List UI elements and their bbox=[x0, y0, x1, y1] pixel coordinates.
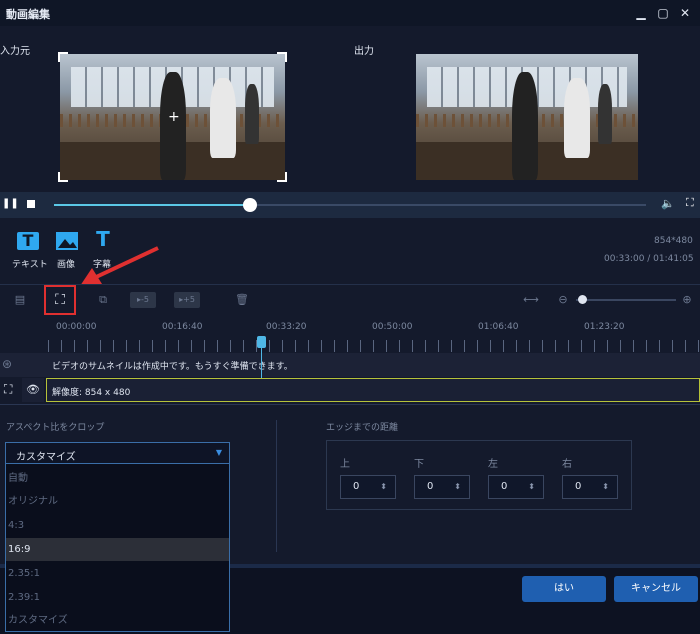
aspect-option[interactable]: 4:3 bbox=[6, 514, 229, 537]
film-icon[interactable]: ▤ bbox=[12, 292, 28, 308]
forward-5-button[interactable]: ▸+5 bbox=[174, 292, 200, 308]
aspect-option[interactable]: 2.35:1 bbox=[6, 562, 229, 585]
aspect-option[interactable]: 自動 bbox=[6, 467, 229, 490]
zoom-track[interactable] bbox=[576, 299, 676, 301]
zoom-out-icon[interactable]: ⊖ bbox=[556, 292, 570, 308]
zoom-handle[interactable] bbox=[578, 295, 587, 304]
seek-handle[interactable] bbox=[243, 198, 257, 212]
tick-label: 00:50:00 bbox=[372, 322, 413, 332]
thumbnail-status: ビデオのサムネイルは作成中です。もうすぐ準備できます。 bbox=[52, 362, 293, 372]
text-tool-label[interactable]: テキスト bbox=[12, 257, 48, 270]
effect-icon[interactable]: ⧉ bbox=[94, 292, 112, 308]
edge-right-spinner[interactable]: 0 ⬍ bbox=[562, 475, 618, 499]
edge-distance-label: エッジまでの距離 bbox=[326, 423, 399, 433]
pause-icon[interactable]: ❚❚ bbox=[2, 198, 19, 209]
tick-label: 01:06:40 bbox=[478, 322, 519, 332]
edge-bottom-spinner[interactable]: 0 ⬍ bbox=[414, 475, 470, 499]
crop-clip-label: 解像度: 854 x 480 bbox=[52, 388, 131, 398]
aspect-option[interactable]: カスタマイズ bbox=[6, 609, 229, 632]
title-bar bbox=[0, 0, 700, 26]
trash-icon[interactable]: 🗑 bbox=[234, 292, 250, 308]
tick-label: 00:00:00 bbox=[56, 322, 97, 332]
minimize-button[interactable]: ▁ bbox=[632, 4, 650, 22]
tick-label: 01:23:20 bbox=[584, 322, 625, 332]
text-tool-icon[interactable]: T bbox=[17, 232, 39, 250]
edge-left-label: 左 bbox=[488, 459, 498, 470]
crop-handle-tl[interactable] bbox=[58, 52, 68, 62]
cancel-button[interactable]: キャンセル bbox=[614, 576, 698, 602]
tick-label: 00:16:40 bbox=[162, 322, 203, 332]
aspect-ratio-label: アスペクト比をクロップ bbox=[6, 423, 105, 433]
edge-top-spinner[interactable]: 0 ⬍ bbox=[340, 475, 396, 499]
input-label: 入力元 bbox=[0, 46, 30, 57]
resolution-readout: 854*480 bbox=[654, 236, 693, 246]
crop-track-icon: ⛶ bbox=[4, 382, 13, 396]
film-reel-icon: ⊛ bbox=[2, 357, 13, 371]
time-readout: 00:33:00 / 01:41:05 bbox=[604, 254, 694, 264]
edge-left-spinner[interactable]: 0 ⬍ bbox=[488, 475, 544, 499]
rewind-5-button[interactable]: ▸-5 bbox=[130, 292, 156, 308]
edge-right-label: 右 bbox=[562, 459, 572, 470]
maximize-button[interactable]: ▢ bbox=[654, 4, 672, 22]
crop-handle-tr[interactable] bbox=[277, 52, 287, 62]
aspect-ratio-selected: カスタマイズ bbox=[16, 452, 76, 463]
seek-progress bbox=[54, 204, 250, 206]
eye-icon[interactable]: 👁 bbox=[22, 378, 44, 402]
crop-clip[interactable] bbox=[46, 378, 700, 402]
aspect-option[interactable]: 2.39:1 bbox=[6, 586, 229, 609]
aspect-ratio-select[interactable]: カスタマイズ ▼ bbox=[5, 442, 230, 464]
ok-button[interactable]: はい bbox=[522, 576, 606, 602]
crop-highlight-box bbox=[44, 285, 76, 315]
zoom-in-icon[interactable]: ⊕ bbox=[680, 292, 694, 308]
chevron-down-icon: ▼ bbox=[215, 448, 222, 457]
ruler-ticks bbox=[48, 340, 700, 352]
output-preview bbox=[416, 54, 638, 180]
panel-divider bbox=[276, 420, 277, 552]
aspect-option-highlighted[interactable]: 16:9 bbox=[6, 538, 229, 561]
window-title: 動画編集 bbox=[6, 8, 50, 21]
fullscreen-icon[interactable]: ⛶ bbox=[686, 196, 694, 210]
crop-handle-br[interactable] bbox=[277, 172, 287, 182]
edge-bottom-label: 下 bbox=[414, 459, 424, 470]
stop-icon[interactable] bbox=[27, 200, 35, 208]
crop-center-icon[interactable]: + bbox=[168, 109, 180, 125]
fit-width-icon[interactable]: ⟷ bbox=[522, 292, 540, 308]
output-label: 出力 bbox=[354, 46, 374, 57]
volume-icon[interactable]: 🔈 bbox=[661, 197, 675, 210]
edge-top-label: 上 bbox=[340, 459, 350, 470]
close-button[interactable]: ✕ bbox=[676, 4, 694, 22]
crop-handle-bl[interactable] bbox=[58, 172, 68, 182]
playhead-handle[interactable] bbox=[257, 336, 266, 348]
aspect-option[interactable]: オリジナル bbox=[6, 490, 229, 513]
tick-label: 00:33:20 bbox=[266, 322, 307, 332]
